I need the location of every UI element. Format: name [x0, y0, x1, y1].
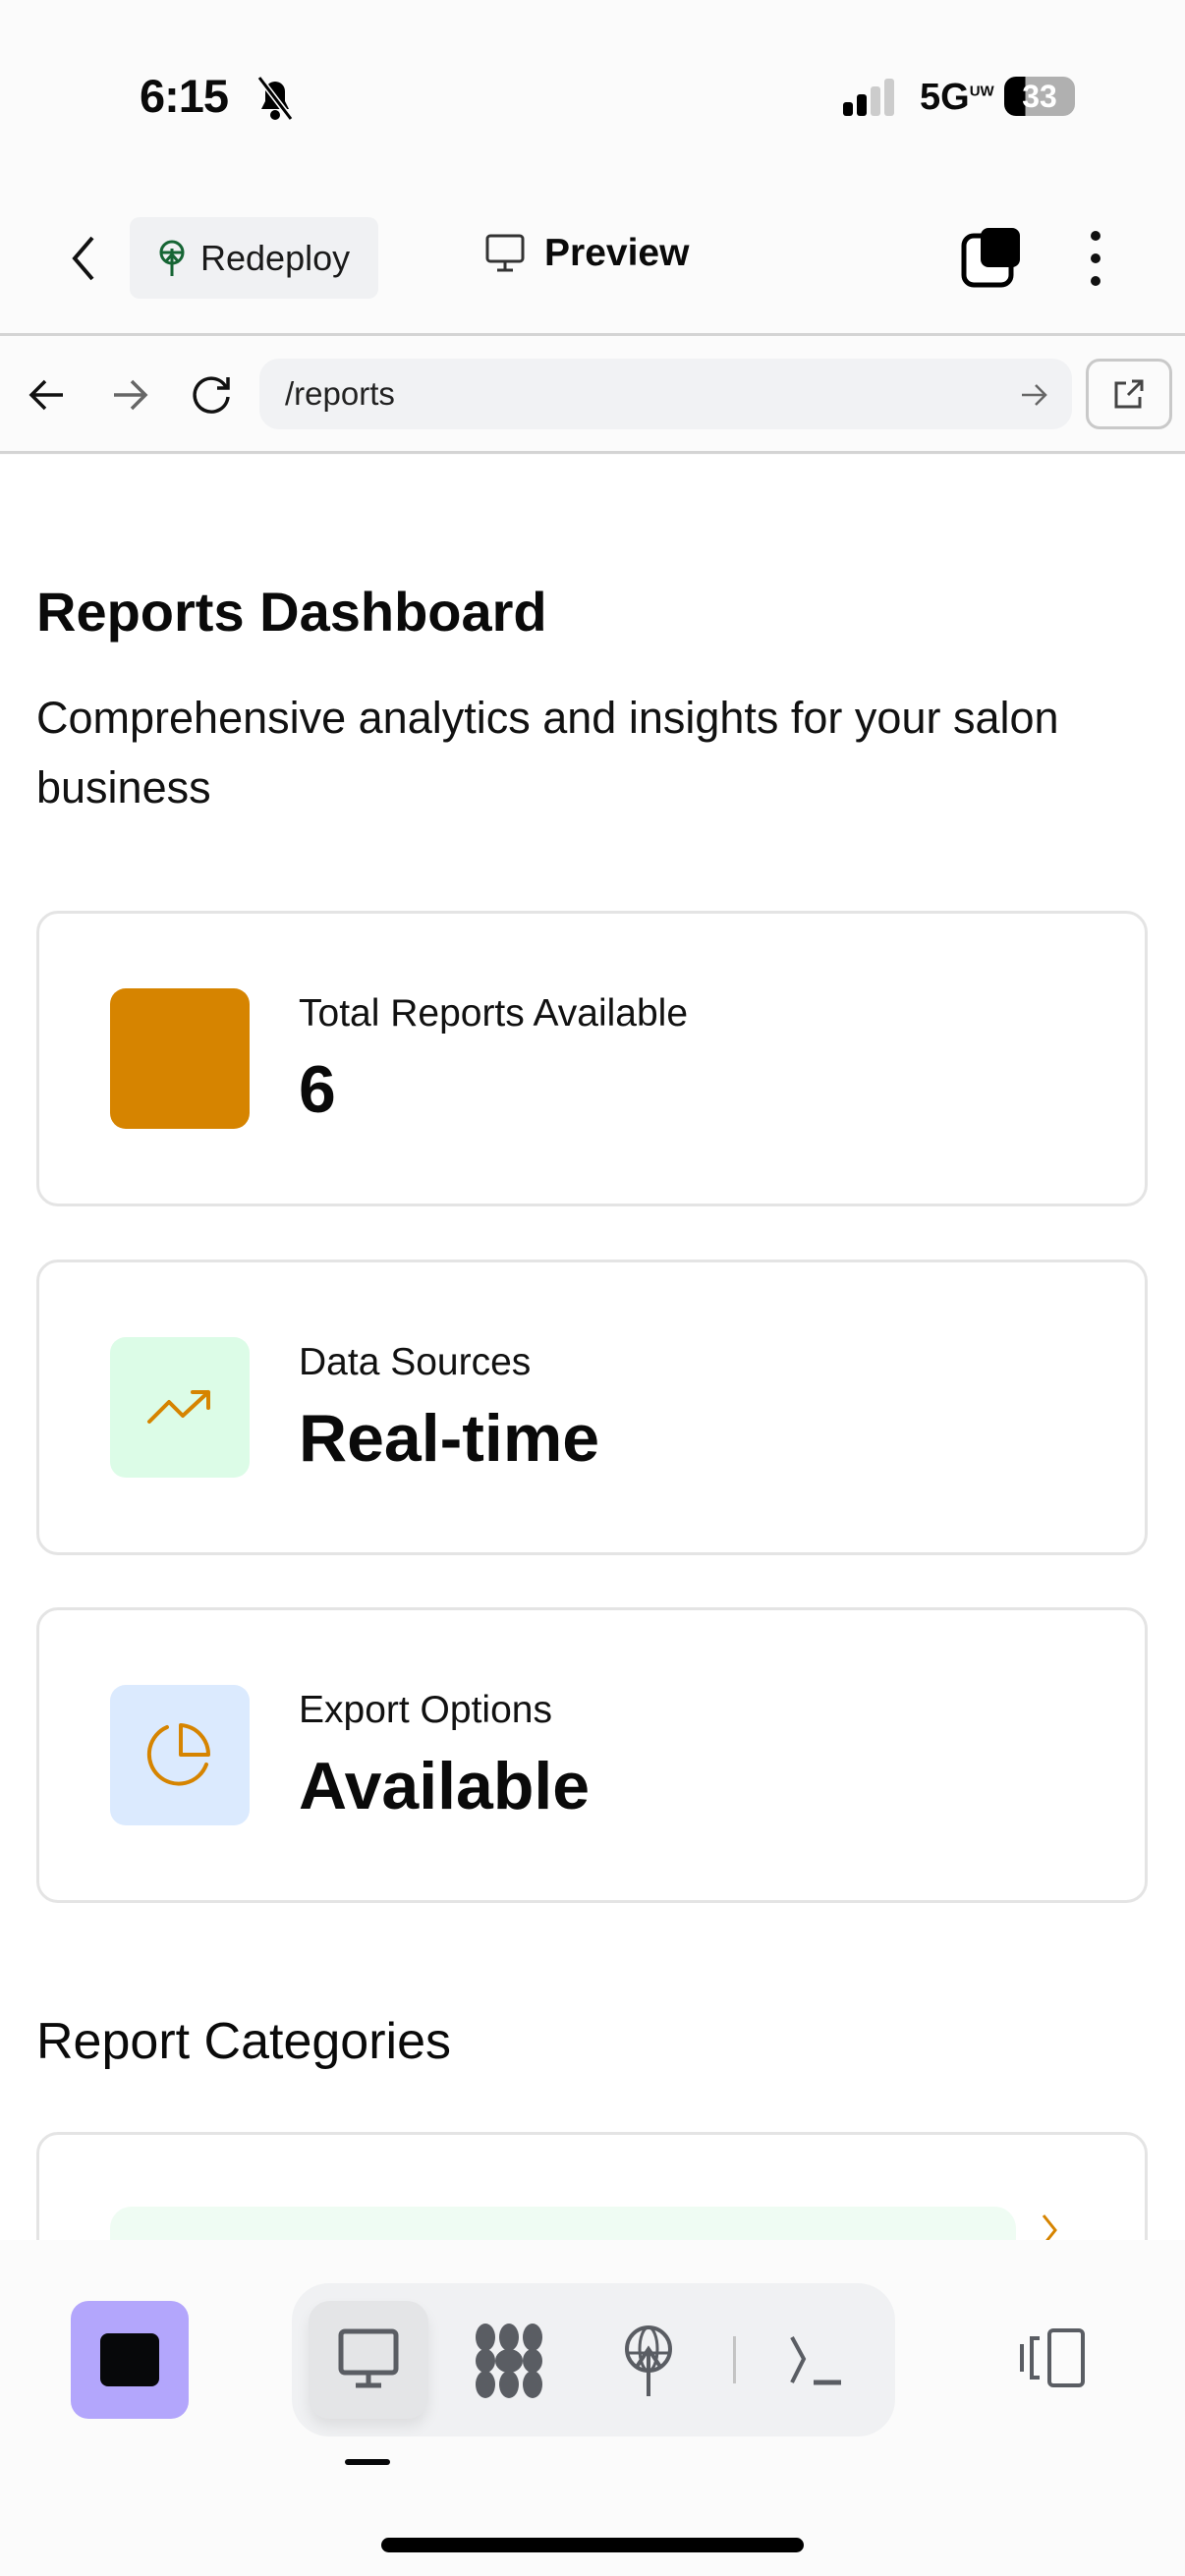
- page-subtitle: Comprehensive analytics and insights for…: [36, 693, 1059, 812]
- active-tab-indicator: [345, 2459, 390, 2465]
- go-arrow-icon[interactable]: [1020, 382, 1049, 408]
- browser-back-icon[interactable]: [28, 377, 67, 413]
- divider: [0, 451, 1185, 454]
- square-icon: [110, 988, 250, 1129]
- pie-chart-icon: [110, 1685, 250, 1825]
- stat-card-total-reports: Total Reports Available 6: [36, 911, 1148, 1206]
- stat-value: Available: [299, 1749, 591, 1823]
- home-indicator: [381, 2538, 804, 2552]
- device-layout-icon[interactable]: [1018, 2328, 1091, 2391]
- battery-indicator: 33: [1004, 77, 1075, 116]
- more-menu-icon[interactable]: [1081, 228, 1110, 289]
- stat-label: Export Options: [299, 1689, 552, 1731]
- status-time: 6:15: [140, 70, 229, 122]
- section-title: Report Categories: [36, 2013, 451, 2070]
- url-field[interactable]: /reports: [259, 359, 1072, 429]
- divider: [0, 333, 1185, 336]
- back-chevron-icon[interactable]: [65, 234, 100, 283]
- signal-icon: [843, 79, 894, 116]
- monitor-icon: [485, 234, 525, 272]
- deploy-globe-icon[interactable]: [621, 2324, 676, 2398]
- redeploy-button[interactable]: Redeploy: [130, 217, 378, 299]
- stat-card-data-sources: Data Sources Real-time: [36, 1260, 1148, 1555]
- redeploy-label: Redeploy: [200, 237, 351, 278]
- bell-slash-icon: [256, 76, 294, 121]
- reload-icon[interactable]: [191, 373, 234, 417]
- url-text: /reports: [285, 375, 395, 412]
- preview-tab[interactable]: Preview: [485, 232, 689, 275]
- page-title: Reports Dashboard: [36, 581, 547, 643]
- agents-icon[interactable]: [472, 2324, 546, 2398]
- terminal-icon[interactable]: [786, 2333, 845, 2392]
- browser-forward-icon[interactable]: [110, 377, 149, 413]
- stop-button[interactable]: [71, 2301, 189, 2419]
- network-label: 5GUW: [920, 77, 994, 118]
- preview-label: Preview: [544, 232, 690, 274]
- stat-label: Data Sources: [299, 1341, 532, 1383]
- preview-view-button[interactable]: [309, 2301, 428, 2419]
- external-link-icon: [1114, 379, 1144, 409]
- open-external-button[interactable]: [1086, 359, 1172, 429]
- globe-upload-icon: [159, 240, 185, 276]
- stat-card-export-options: Export Options Available: [36, 1607, 1148, 1903]
- trending-up-icon: [110, 1337, 250, 1478]
- stop-icon: [100, 2333, 159, 2386]
- stat-label: Total Reports Available: [299, 992, 689, 1035]
- monitor-icon: [338, 2328, 399, 2388]
- stat-value: Real-time: [299, 1401, 600, 1476]
- tabs-icon[interactable]: [961, 226, 1024, 289]
- stat-value: 6: [299, 1052, 336, 1127]
- separator: [733, 2336, 736, 2383]
